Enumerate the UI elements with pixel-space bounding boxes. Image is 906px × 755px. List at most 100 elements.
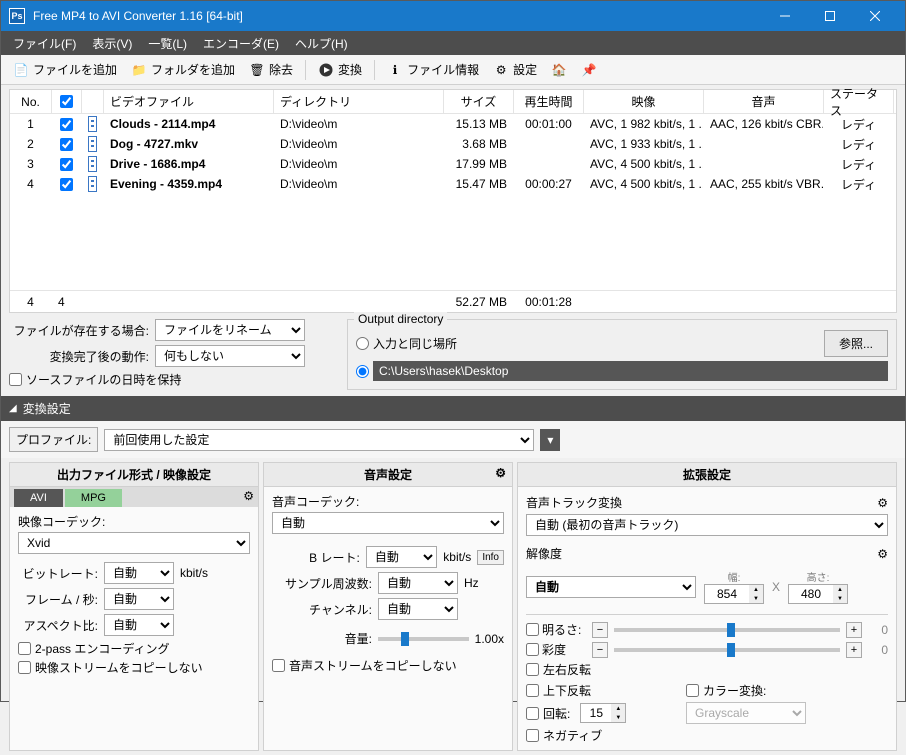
preserve-checkbox[interactable]: [9, 373, 22, 386]
cell-size: 15.13 MB: [444, 115, 514, 133]
col-video[interactable]: 映像: [584, 90, 704, 113]
row-checkbox[interactable]: [60, 158, 73, 171]
channel-select[interactable]: 自動: [378, 598, 458, 620]
res-gear-icon[interactable]: ⚙: [877, 547, 888, 561]
col-audio[interactable]: 音声: [704, 90, 824, 113]
col-file[interactable]: ビデオファイル: [104, 90, 274, 113]
height-spinner[interactable]: ▲▼: [788, 584, 848, 604]
rotate-checkbox[interactable]: [526, 707, 539, 720]
table-row[interactable]: 2Dog - 4727.mkvD:\video\m3.68 MBAVC, 1 9…: [10, 134, 896, 154]
minimize-button[interactable]: [762, 1, 807, 31]
tab-mpg[interactable]: MPG: [65, 489, 122, 507]
col-check[interactable]: [52, 90, 82, 113]
channel-label: チャンネル:: [272, 601, 372, 618]
browse-button[interactable]: 参照...: [824, 330, 888, 357]
table-body: 1Clouds - 2114.mp4D:\video\m15.13 MB00:0…: [10, 114, 896, 290]
row-checkbox[interactable]: [60, 178, 73, 191]
saturation-checkbox[interactable]: [526, 643, 539, 656]
copyv-label: 映像ストリームをコピーしない: [35, 659, 203, 676]
aconv-select[interactable]: 自動 (最初の音声トラック): [526, 514, 888, 536]
custom-path-radio[interactable]: [356, 365, 369, 378]
settings-button[interactable]: ⚙設定: [487, 58, 543, 81]
profile-dropdown-button[interactable]: ▾: [540, 429, 560, 451]
bitrate-select[interactable]: 自動: [104, 562, 174, 584]
brightness-label: 明るさ:: [542, 621, 581, 638]
cell-dir: D:\video\m: [274, 155, 444, 173]
colorconv-select[interactable]: Grayscale: [686, 702, 806, 724]
negative-checkbox[interactable]: [526, 729, 539, 742]
file-info-button[interactable]: ℹファイル情報: [381, 58, 485, 81]
convert-button[interactable]: 変換: [312, 58, 368, 81]
after-select[interactable]: 何もしない: [155, 345, 305, 367]
video-gear-icon[interactable]: ⚙: [243, 489, 254, 507]
copya-checkbox[interactable]: [272, 659, 285, 672]
width-spinner[interactable]: ▲▼: [704, 584, 764, 604]
res-select[interactable]: 自動: [526, 576, 696, 598]
saturation-plus[interactable]: +: [846, 642, 862, 658]
profile-label: プロファイル:: [9, 427, 98, 452]
menu-encoder[interactable]: エンコーダ(E): [195, 35, 287, 52]
brate-select[interactable]: 自動: [366, 546, 437, 568]
col-status[interactable]: ステータス: [824, 90, 894, 113]
copyv-checkbox[interactable]: [18, 661, 31, 674]
menu-help[interactable]: ヘルプ(H): [287, 35, 356, 52]
pin-button[interactable]: 📌: [575, 59, 603, 81]
conversion-settings-header[interactable]: 変換設定: [1, 396, 905, 421]
profile-select[interactable]: 前回使用した設定: [104, 429, 534, 451]
rotate-spinner[interactable]: ▲▼: [580, 703, 626, 723]
menu-file[interactable]: ファイル(F): [5, 35, 84, 52]
table-row[interactable]: 3Drive - 1686.mp4D:\video\m17.99 MBAVC, …: [10, 154, 896, 174]
check-all[interactable]: [60, 95, 73, 108]
col-size[interactable]: サイズ: [444, 90, 514, 113]
aconv-gear-icon[interactable]: ⚙: [877, 496, 888, 510]
brightness-checkbox[interactable]: [526, 623, 539, 636]
audio-gear-icon[interactable]: ⚙: [495, 466, 506, 480]
bitrate-unit: kbit/s: [180, 566, 208, 580]
separator: [305, 60, 306, 80]
brightness-slider[interactable]: [614, 628, 840, 632]
info-button[interactable]: Info: [477, 550, 504, 565]
mid-section: ファイルが存在する場合: ファイルをリネーム 変換完了後の動作: 何もしない ソ…: [1, 313, 905, 396]
brightness-plus[interactable]: +: [846, 622, 862, 638]
saturation-minus[interactable]: −: [592, 642, 608, 658]
custom-path-display: C:\Users\hasek\Desktop: [373, 361, 888, 381]
close-button[interactable]: [852, 1, 897, 31]
brightness-minus[interactable]: −: [592, 622, 608, 638]
srate-select[interactable]: 自動: [378, 572, 458, 594]
add-file-button[interactable]: 📄ファイルを追加: [7, 58, 123, 81]
exists-select[interactable]: ファイルをリネーム: [155, 319, 305, 341]
window-title: Free MP4 to AVI Converter 1.16 [64-bit]: [33, 9, 762, 23]
row-checkbox[interactable]: [60, 118, 73, 131]
aspect-select[interactable]: 自動: [104, 614, 174, 636]
col-no[interactable]: No.: [10, 90, 52, 113]
menu-view[interactable]: 表示(V): [84, 35, 140, 52]
colorconv-checkbox[interactable]: [686, 684, 699, 697]
saturation-slider[interactable]: [614, 648, 840, 652]
home-icon: 🏠: [551, 62, 567, 78]
col-dir[interactable]: ディレクトリ: [274, 90, 444, 113]
fliph-checkbox[interactable]: [526, 663, 539, 676]
maximize-button[interactable]: [807, 1, 852, 31]
col-duration[interactable]: 再生時間: [514, 90, 584, 113]
tab-avi[interactable]: AVI: [14, 489, 63, 507]
table-row[interactable]: 4Evening - 4359.mp4D:\video\m15.47 MB00:…: [10, 174, 896, 194]
add-folder-button[interactable]: 📁フォルダを追加: [125, 58, 241, 81]
cell-video: AVC, 1 933 kbit/s, 1 ...: [584, 135, 704, 153]
remove-button[interactable]: 🗑除去: [243, 58, 299, 81]
cell-duration: 00:00:27: [514, 175, 584, 193]
table-row[interactable]: 1Clouds - 2114.mp4D:\video\m15.13 MB00:0…: [10, 114, 896, 134]
acodec-select[interactable]: 自動: [272, 512, 504, 534]
same-location-label: 入力と同じ場所: [373, 335, 457, 352]
fps-select[interactable]: 自動: [104, 588, 174, 610]
volume-slider[interactable]: [378, 637, 469, 641]
twopass-label: 2-pass エンコーディング: [35, 640, 170, 657]
cell-check: [52, 156, 82, 173]
twopass-checkbox[interactable]: [18, 642, 31, 655]
same-location-radio[interactable]: [356, 337, 369, 350]
srate-unit: Hz: [464, 576, 479, 590]
vcodec-select[interactable]: Xvid: [18, 532, 250, 554]
row-checkbox[interactable]: [60, 138, 73, 151]
menu-list[interactable]: 一覧(L): [140, 35, 195, 52]
home-button[interactable]: 🏠: [545, 59, 573, 81]
flipv-checkbox[interactable]: [526, 684, 539, 697]
